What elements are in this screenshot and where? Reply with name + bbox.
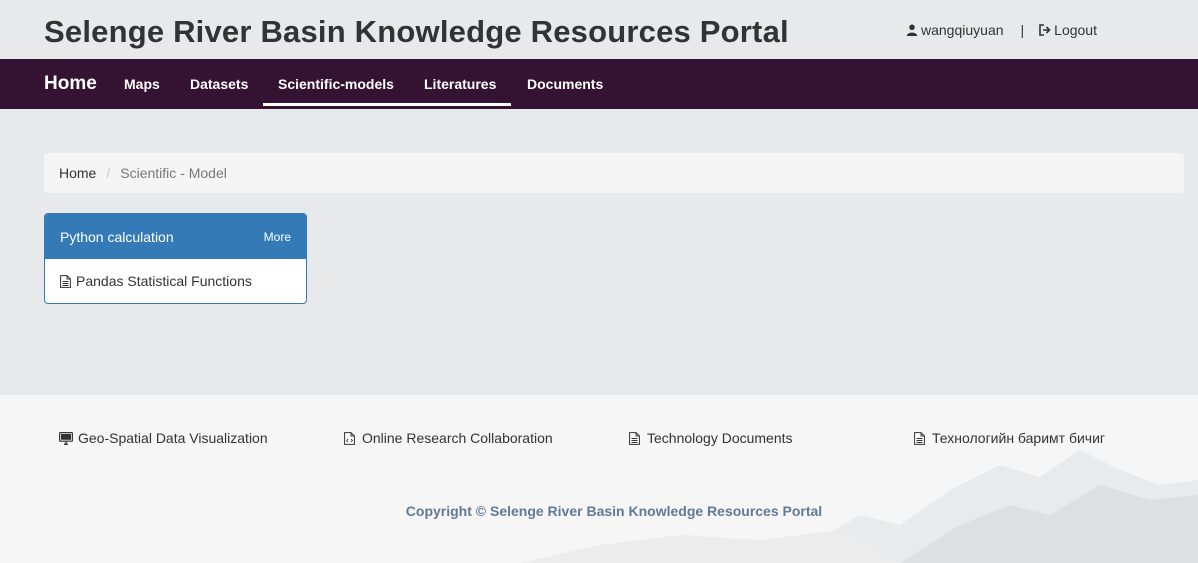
- panel-list-item[interactable]: Pandas Statistical Functions: [45, 259, 306, 303]
- nav-active-indicator: [263, 103, 511, 106]
- file-code-icon: [344, 431, 355, 445]
- nav-scientific-models[interactable]: Scientific-models: [278, 59, 394, 109]
- top-header: Selenge River Basin Knowledge Resources …: [0, 0, 1198, 59]
- monitor-icon: [59, 431, 73, 445]
- python-calculation-panel: Python calculation More Pandas Statistic…: [44, 213, 307, 304]
- panel-item-label: Pandas Statistical Functions: [76, 273, 252, 289]
- nav-maps[interactable]: Maps: [124, 59, 160, 109]
- user-separator: |: [1020, 22, 1025, 38]
- copyright-text: Copyright © Selenge River Basin Knowledg…: [405, 503, 823, 519]
- username: wangqiuyuan: [921, 22, 1004, 38]
- breadcrumb: Home / Scientific - Model: [44, 153, 1184, 193]
- footer-link-label: Технологийн баримт бичиг: [932, 430, 1106, 446]
- panel-more-link[interactable]: More: [264, 230, 291, 244]
- user-box: wangqiuyuan | Logout: [906, 22, 1097, 38]
- footer-link-label: Geo-Spatial Data Visualization: [78, 430, 268, 446]
- sign-out-icon: [1039, 24, 1051, 36]
- panel-title: Python calculation: [60, 228, 174, 245]
- nav-literatures[interactable]: Literatures: [424, 59, 496, 109]
- footer-link-label: Online Research Collaboration: [362, 430, 553, 446]
- footer-link-online-research[interactable]: Online Research Collaboration: [343, 430, 553, 446]
- main-navbar: Home Maps Datasets Scientific-models Lit…: [0, 59, 1198, 109]
- breadcrumb-home[interactable]: Home: [59, 165, 96, 181]
- footer-link-geo-spatial[interactable]: Geo-Spatial Data Visualization: [59, 430, 268, 446]
- footer-link-label: Technology Documents: [647, 430, 793, 446]
- nav-datasets[interactable]: Datasets: [190, 59, 248, 109]
- nav-home[interactable]: Home: [44, 59, 97, 109]
- breadcrumb-current: Scientific - Model: [120, 165, 227, 181]
- logout-label: Logout: [1054, 22, 1097, 38]
- user-icon: [906, 24, 918, 36]
- breadcrumb-separator: /: [106, 165, 111, 181]
- nav-documents[interactable]: Documents: [527, 59, 603, 109]
- file-text-icon: [60, 274, 71, 288]
- footer-link-technology-documents[interactable]: Technology Documents: [628, 430, 793, 446]
- user-profile-link[interactable]: wangqiuyuan: [906, 22, 1004, 38]
- file-text-icon: [914, 431, 925, 445]
- mountain-background-image: [520, 450, 1198, 563]
- site-title: Selenge River Basin Knowledge Resources …: [44, 14, 789, 49]
- footer-link-technology-documents-mn[interactable]: Технологийн баримт бичиг: [913, 430, 1105, 446]
- file-text-icon: [629, 431, 640, 445]
- logout-link[interactable]: Logout: [1039, 22, 1097, 38]
- panel-heading: Python calculation More: [45, 214, 306, 259]
- footer: Geo-Spatial Data Visualization Online Re…: [0, 395, 1198, 563]
